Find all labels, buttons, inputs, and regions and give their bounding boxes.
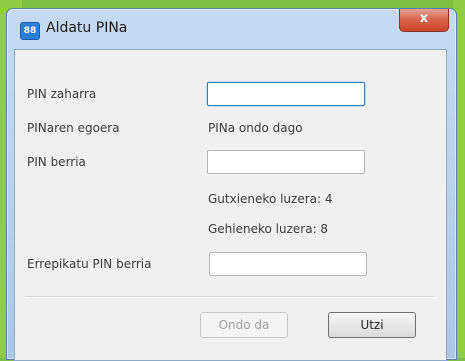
title-bar[interactable]: 88 Aldatu PINa x [7, 9, 456, 49]
pin-status-label: PINaren egoera [27, 121, 120, 135]
cancel-button[interactable]: Utzi [328, 312, 416, 338]
app-logo-icon: 88 [20, 22, 40, 40]
new-pin-field[interactable] [207, 150, 365, 174]
change-pin-dialog: 88 Aldatu PINa x PIN zaharra PINaren ego… [6, 8, 457, 361]
window-title: Aldatu PINa [46, 20, 128, 36]
new-pin-label: PIN berria [27, 155, 86, 169]
repeat-pin-label: Errepikatu PIN berria [27, 257, 152, 271]
old-pin-label: PIN zaharra [27, 87, 97, 101]
pin-status-value: PINa ondo dago [208, 121, 303, 135]
close-button[interactable]: x [399, 9, 449, 32]
old-pin-field[interactable] [207, 82, 365, 106]
repeat-pin-field[interactable] [209, 252, 367, 276]
divider [25, 296, 434, 298]
ok-button[interactable]: Ondo da [200, 312, 288, 338]
max-length-hint: Gehieneko luzera: 8 [208, 222, 329, 236]
dialog-content: PIN zaharra PINaren egoera PINa ondo dag… [14, 49, 447, 361]
min-length-hint: Gutxieneko luzera: 4 [208, 192, 333, 206]
